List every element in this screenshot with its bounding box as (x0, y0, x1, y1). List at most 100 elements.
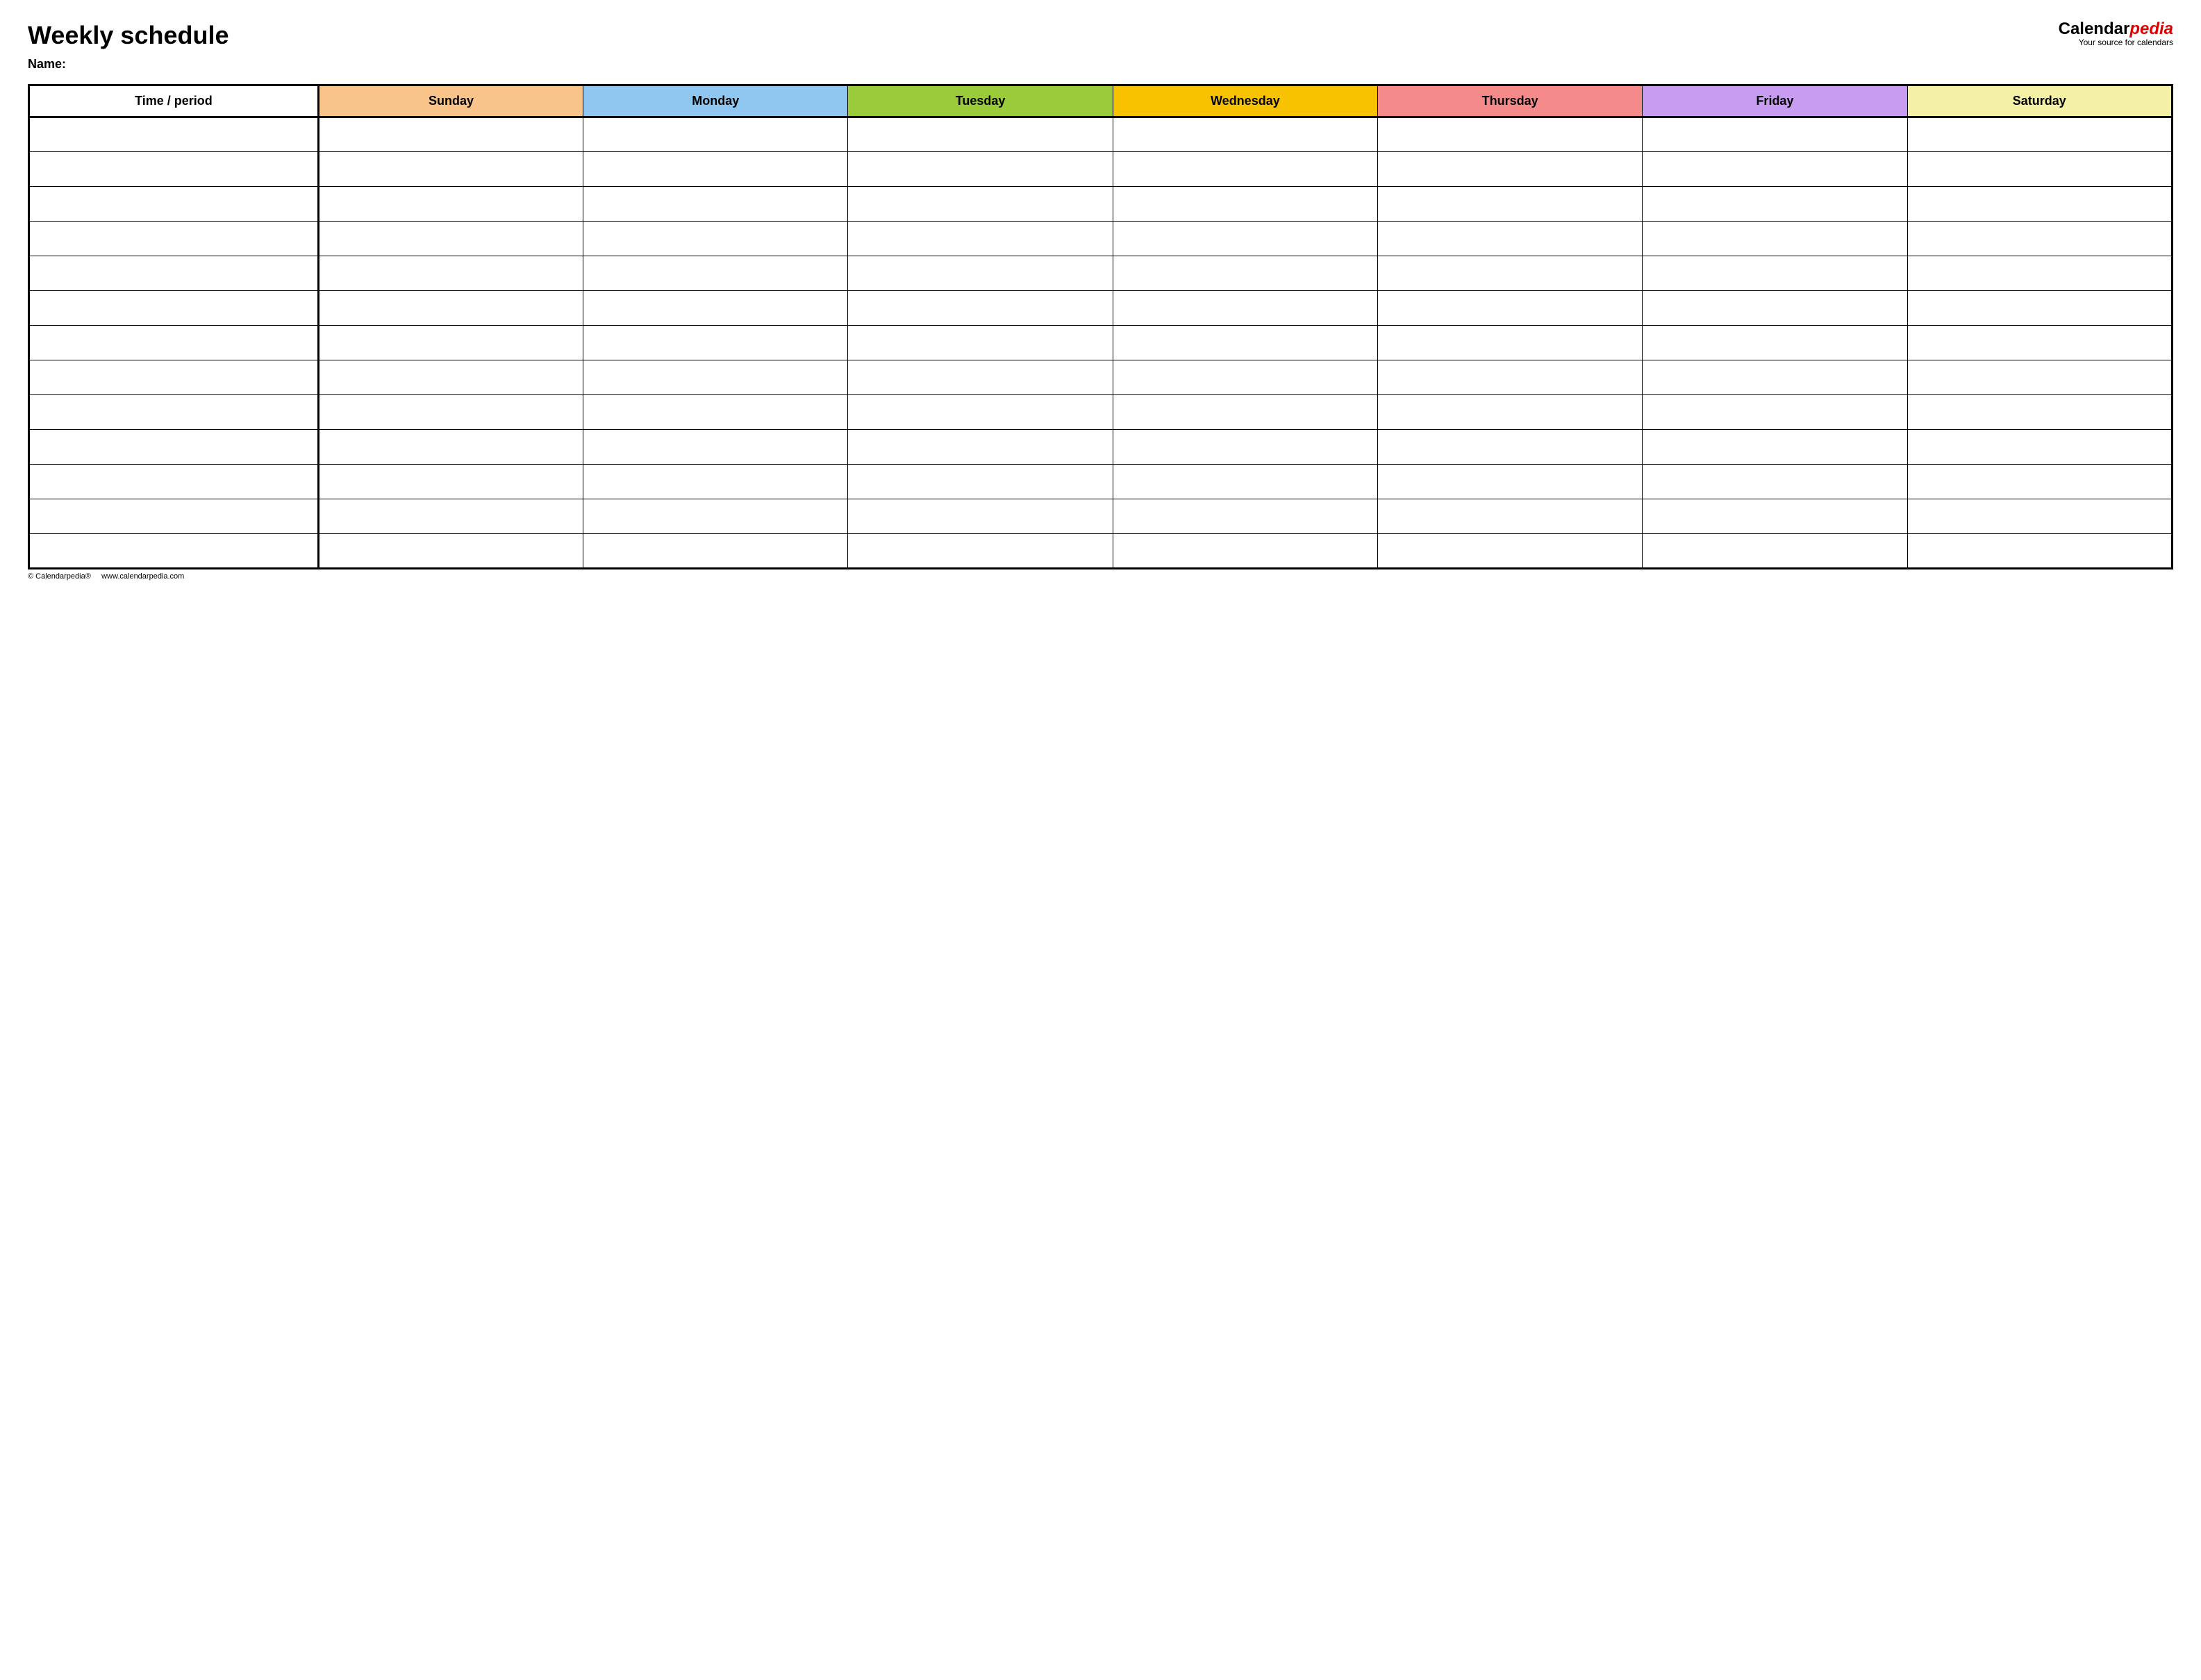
schedule-cell[interactable] (583, 465, 848, 499)
schedule-cell[interactable] (848, 499, 1113, 534)
schedule-cell[interactable] (1113, 256, 1377, 291)
schedule-cell[interactable] (1113, 117, 1377, 152)
schedule-cell[interactable] (1113, 499, 1377, 534)
schedule-cell[interactable] (318, 291, 583, 326)
time-cell[interactable] (29, 187, 319, 222)
schedule-cell[interactable] (1643, 291, 1907, 326)
time-cell[interactable] (29, 291, 319, 326)
schedule-cell[interactable] (848, 117, 1113, 152)
schedule-cell[interactable] (1907, 187, 2172, 222)
time-cell[interactable] (29, 326, 319, 360)
schedule-cell[interactable] (1378, 291, 1643, 326)
schedule-cell[interactable] (848, 256, 1113, 291)
schedule-cell[interactable] (583, 256, 848, 291)
schedule-cell[interactable] (1907, 326, 2172, 360)
schedule-cell[interactable] (1113, 152, 1377, 187)
schedule-cell[interactable] (1907, 465, 2172, 499)
schedule-cell[interactable] (583, 430, 848, 465)
schedule-cell[interactable] (1113, 222, 1377, 256)
schedule-cell[interactable] (318, 152, 583, 187)
schedule-cell[interactable] (1113, 465, 1377, 499)
time-cell[interactable] (29, 222, 319, 256)
schedule-cell[interactable] (1907, 117, 2172, 152)
schedule-cell[interactable] (1378, 534, 1643, 569)
schedule-cell[interactable] (1113, 291, 1377, 326)
schedule-cell[interactable] (1907, 395, 2172, 430)
time-cell[interactable] (29, 465, 319, 499)
schedule-cell[interactable] (848, 326, 1113, 360)
time-cell[interactable] (29, 499, 319, 534)
schedule-cell[interactable] (1907, 499, 2172, 534)
schedule-cell[interactable] (318, 256, 583, 291)
time-cell[interactable] (29, 117, 319, 152)
schedule-cell[interactable] (318, 430, 583, 465)
schedule-cell[interactable] (1378, 360, 1643, 395)
schedule-cell[interactable] (848, 395, 1113, 430)
time-cell[interactable] (29, 256, 319, 291)
schedule-cell[interactable] (1378, 152, 1643, 187)
schedule-cell[interactable] (583, 326, 848, 360)
time-cell[interactable] (29, 395, 319, 430)
time-cell[interactable] (29, 430, 319, 465)
schedule-cell[interactable] (318, 499, 583, 534)
schedule-cell[interactable] (318, 534, 583, 569)
schedule-cell[interactable] (583, 360, 848, 395)
schedule-cell[interactable] (1378, 222, 1643, 256)
schedule-cell[interactable] (1907, 222, 2172, 256)
schedule-cell[interactable] (1907, 430, 2172, 465)
schedule-cell[interactable] (1113, 395, 1377, 430)
schedule-cell[interactable] (1378, 326, 1643, 360)
schedule-cell[interactable] (1113, 326, 1377, 360)
schedule-cell[interactable] (318, 360, 583, 395)
schedule-cell[interactable] (1643, 534, 1907, 569)
schedule-cell[interactable] (1643, 499, 1907, 534)
schedule-cell[interactable] (583, 117, 848, 152)
schedule-cell[interactable] (1643, 187, 1907, 222)
schedule-cell[interactable] (583, 499, 848, 534)
schedule-cell[interactable] (1643, 256, 1907, 291)
schedule-cell[interactable] (1907, 534, 2172, 569)
schedule-cell[interactable] (848, 360, 1113, 395)
schedule-cell[interactable] (1378, 499, 1643, 534)
schedule-cell[interactable] (1378, 256, 1643, 291)
schedule-cell[interactable] (848, 465, 1113, 499)
schedule-cell[interactable] (1643, 360, 1907, 395)
schedule-cell[interactable] (1643, 222, 1907, 256)
schedule-cell[interactable] (1643, 395, 1907, 430)
schedule-cell[interactable] (1643, 326, 1907, 360)
schedule-cell[interactable] (1378, 430, 1643, 465)
schedule-cell[interactable] (1378, 187, 1643, 222)
schedule-cell[interactable] (583, 222, 848, 256)
schedule-cell[interactable] (318, 326, 583, 360)
schedule-cell[interactable] (1643, 117, 1907, 152)
schedule-cell[interactable] (583, 152, 848, 187)
schedule-cell[interactable] (1643, 465, 1907, 499)
schedule-cell[interactable] (1113, 534, 1377, 569)
time-cell[interactable] (29, 152, 319, 187)
schedule-cell[interactable] (318, 187, 583, 222)
schedule-cell[interactable] (583, 534, 848, 569)
schedule-cell[interactable] (583, 187, 848, 222)
schedule-cell[interactable] (1643, 152, 1907, 187)
schedule-cell[interactable] (848, 152, 1113, 187)
schedule-cell[interactable] (1907, 256, 2172, 291)
schedule-cell[interactable] (318, 395, 583, 430)
schedule-cell[interactable] (318, 117, 583, 152)
schedule-cell[interactable] (1113, 430, 1377, 465)
schedule-cell[interactable] (848, 222, 1113, 256)
schedule-cell[interactable] (1378, 465, 1643, 499)
schedule-cell[interactable] (1113, 360, 1377, 395)
schedule-cell[interactable] (1378, 117, 1643, 152)
schedule-cell[interactable] (1907, 360, 2172, 395)
schedule-cell[interactable] (1907, 291, 2172, 326)
schedule-cell[interactable] (848, 187, 1113, 222)
time-cell[interactable] (29, 360, 319, 395)
schedule-cell[interactable] (848, 430, 1113, 465)
schedule-cell[interactable] (318, 465, 583, 499)
schedule-cell[interactable] (848, 534, 1113, 569)
schedule-cell[interactable] (848, 291, 1113, 326)
schedule-cell[interactable] (1907, 152, 2172, 187)
schedule-cell[interactable] (583, 395, 848, 430)
schedule-cell[interactable] (318, 222, 583, 256)
schedule-cell[interactable] (1378, 395, 1643, 430)
